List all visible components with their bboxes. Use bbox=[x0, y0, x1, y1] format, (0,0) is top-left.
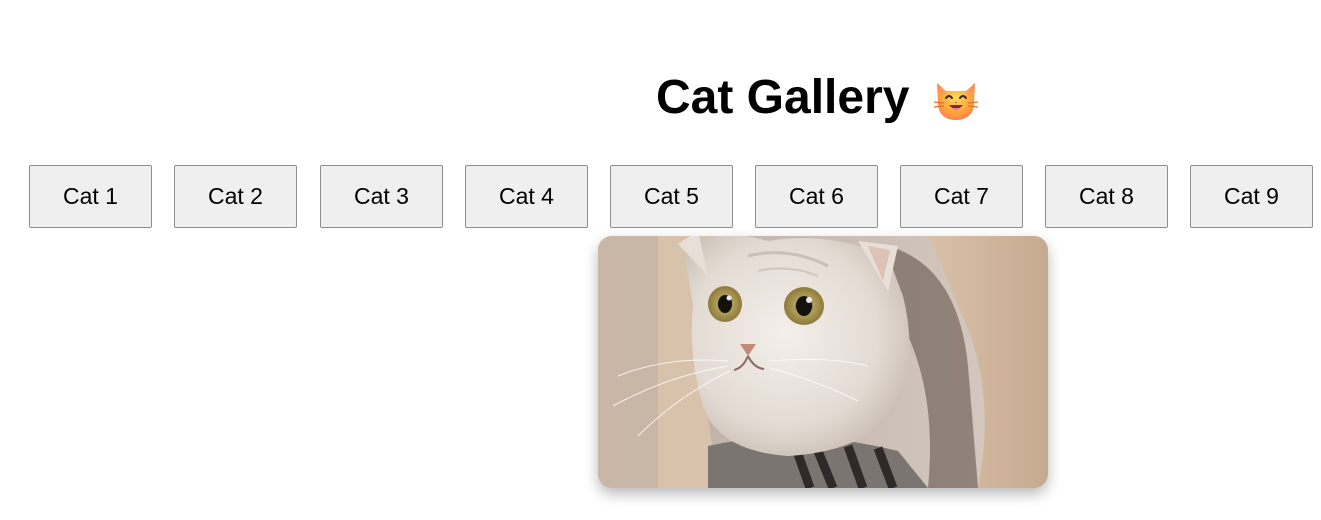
cat-5-button[interactable]: Cat 5 bbox=[610, 165, 733, 228]
title-row: Cat Gallery bbox=[656, 70, 981, 126]
cat-face-icon bbox=[931, 73, 981, 123]
cat-photo-icon bbox=[598, 236, 1048, 488]
cat-6-button[interactable]: Cat 6 bbox=[755, 165, 878, 228]
page-title: Cat Gallery bbox=[656, 71, 910, 124]
cat-3-button[interactable]: Cat 3 bbox=[320, 165, 443, 228]
cat-8-button[interactable]: Cat 8 bbox=[1045, 165, 1168, 228]
cat-9-button[interactable]: Cat 9 bbox=[1190, 165, 1313, 228]
cat-4-button[interactable]: Cat 4 bbox=[465, 165, 588, 228]
cat-2-button[interactable]: Cat 2 bbox=[174, 165, 297, 228]
cat-preview-image bbox=[598, 236, 1048, 488]
cat-1-button[interactable]: Cat 1 bbox=[29, 165, 152, 228]
cat-7-button[interactable]: Cat 7 bbox=[900, 165, 1023, 228]
